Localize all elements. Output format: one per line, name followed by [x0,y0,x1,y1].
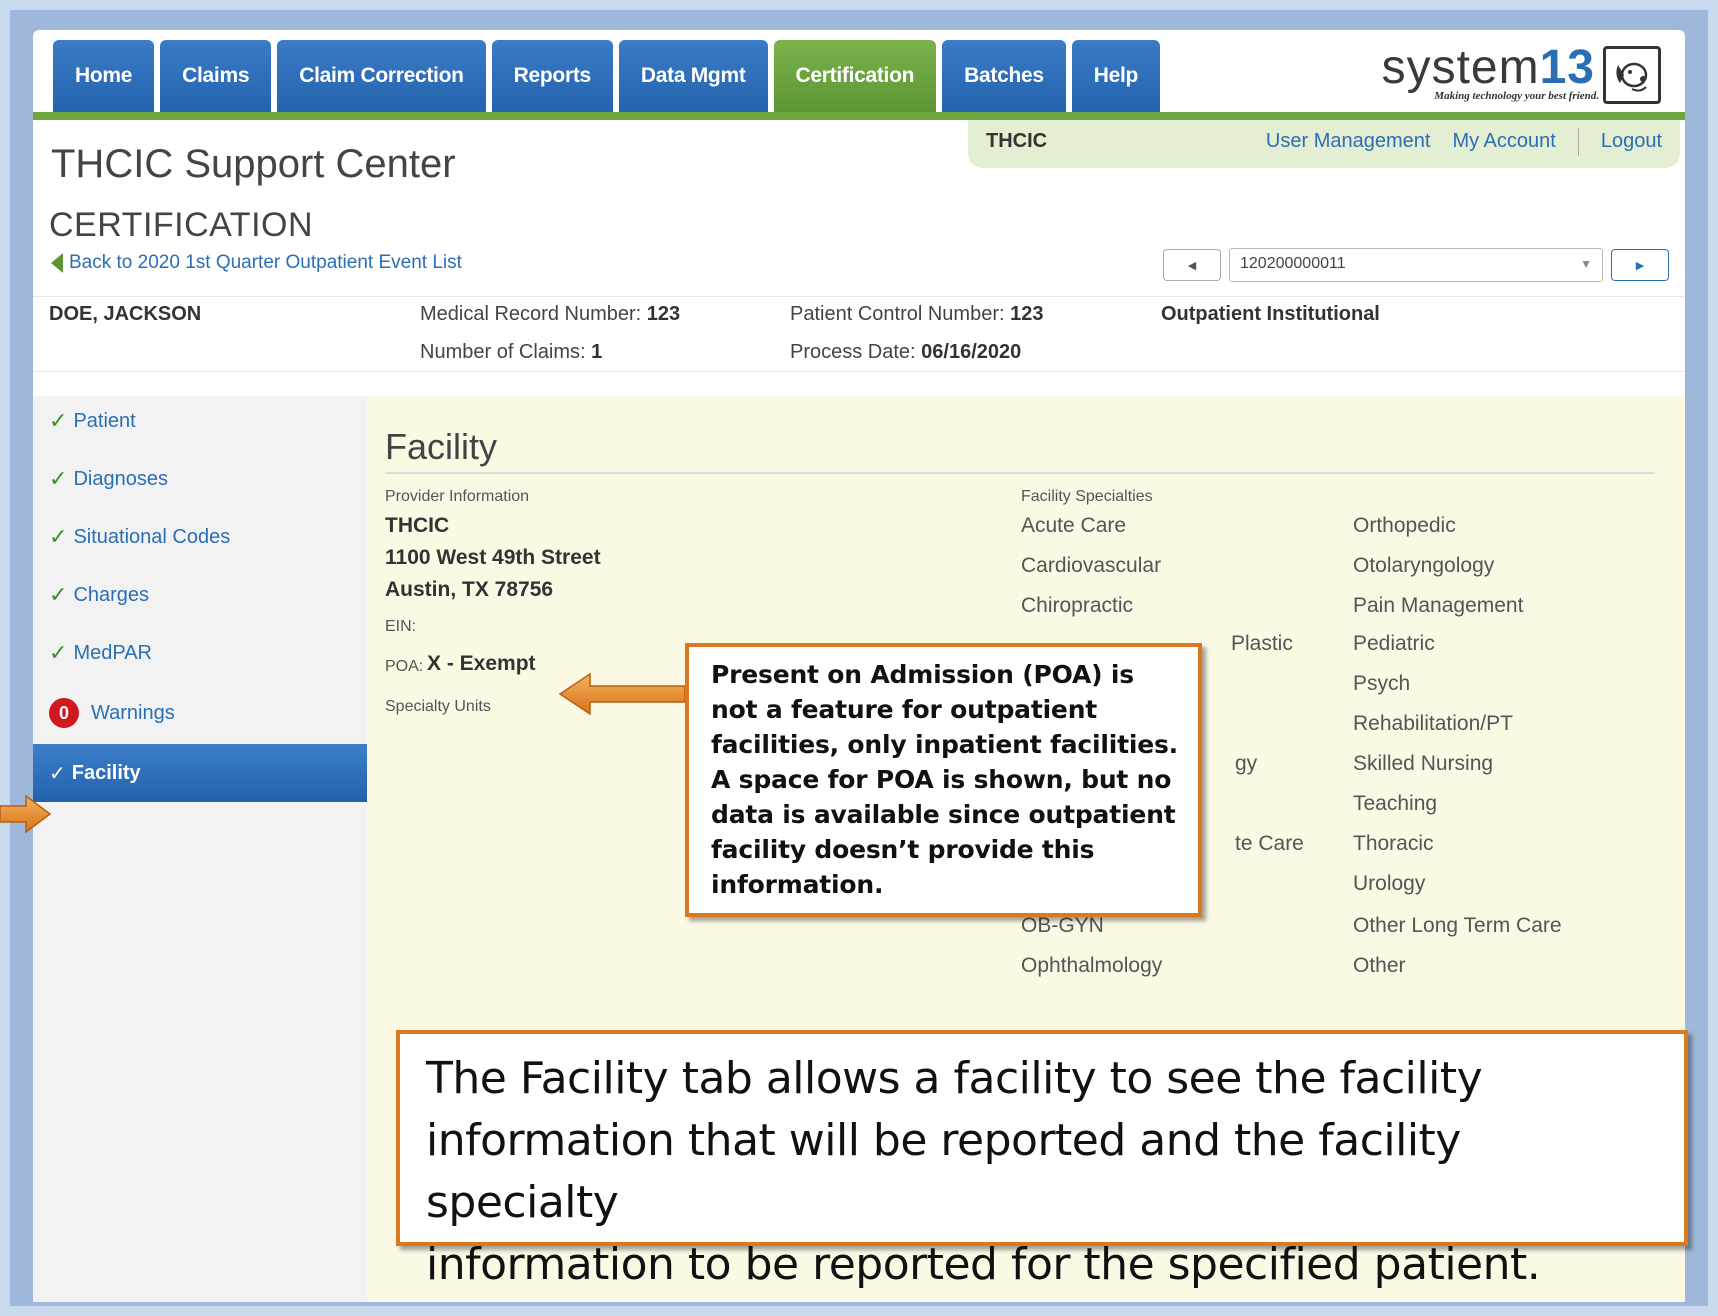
arrow-to-facility-tab-icon [0,794,52,834]
callout-line: facility doesn’t provide this [711,835,1095,864]
poa-callout: Present on Admission (POA) is not a feat… [685,643,1202,917]
facility-tab-callout: The Facility tab allows a facility to se… [396,1030,1688,1290]
callout-line: A space for POA is shown, but no [711,765,1172,794]
callout-line: data is available since outpatient [711,800,1176,829]
arrow-to-poa-icon [558,672,686,716]
callout-line: The Facility tab allows a facility to se… [426,1053,1483,1104]
callout-line: not a feature for outpatient [711,695,1098,724]
callout-line: Present on Admission (POA) is [711,660,1134,689]
callout-line: information to be reported for the speci… [426,1239,1541,1290]
callout-line: information that will be reported and th… [426,1115,1461,1228]
callout-line: information. [711,870,884,899]
callout-line: facilities, only inpatient facilities. [711,730,1178,759]
